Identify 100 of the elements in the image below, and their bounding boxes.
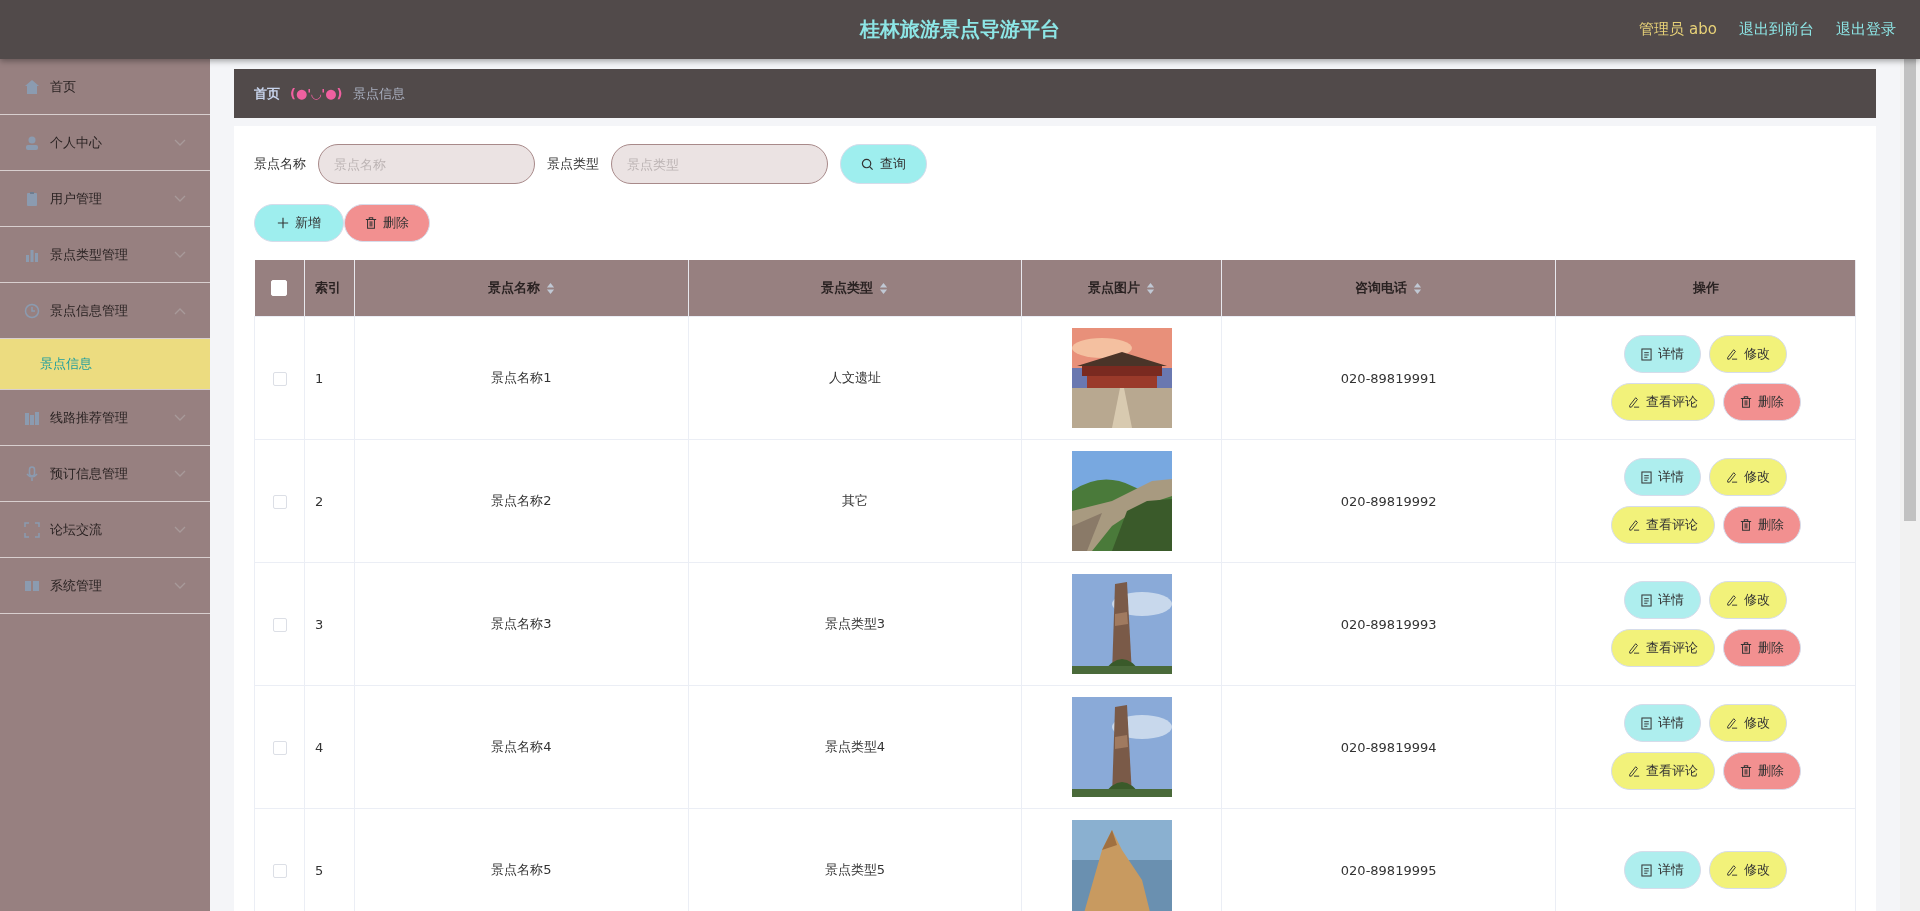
user-label: 管理员 abo	[1639, 20, 1717, 39]
edit-button[interactable]: 修改	[1709, 851, 1787, 889]
comment-button[interactable]: 查看评论	[1610, 383, 1715, 421]
sidebar-item[interactable]: 论坛交流	[0, 502, 210, 558]
chart-icon	[24, 409, 40, 426]
trash-icon	[1739, 642, 1752, 654]
row-checkbox[interactable]	[272, 740, 287, 755]
chevron-icon	[174, 250, 186, 259]
table-cell: 景点类型3	[824, 616, 886, 631]
table-cell: 景点名称2	[491, 493, 552, 508]
column-header[interactable]: 索引	[304, 260, 355, 317]
clip-icon	[24, 190, 40, 207]
delete-button[interactable]: 删除	[1722, 629, 1801, 667]
edit-button[interactable]: 修改	[1709, 581, 1787, 619]
table-cell: 景点名称1	[491, 370, 552, 385]
field-label: 景点名称	[254, 155, 306, 173]
table-cell: 4	[315, 739, 324, 755]
table-cell: 景点名称4	[491, 739, 552, 754]
plus-icon	[277, 217, 289, 229]
edit-button[interactable]: 修改	[1709, 335, 1787, 373]
document-icon	[1641, 347, 1652, 361]
pencil-icon	[1726, 594, 1738, 606]
comment-button[interactable]: 查看评论	[1610, 752, 1715, 790]
pencil-icon	[1627, 765, 1640, 777]
row-checkbox[interactable]	[272, 494, 287, 509]
delete-button[interactable]: 删除	[1722, 506, 1801, 544]
search-button[interactable]: 查询	[840, 144, 927, 184]
site-title: 桂林旅游景点导游平台	[860, 16, 1060, 43]
chevron-icon	[174, 194, 186, 203]
column-header[interactable]: 咨询电话	[1221, 260, 1556, 317]
sidebar-item[interactable]: 系统管理	[0, 558, 210, 614]
breadcrumb-current: 景点信息	[352, 84, 405, 103]
delete-button[interactable]: 删除	[1722, 383, 1801, 421]
sidebar-item[interactable]: 首页	[0, 59, 210, 115]
row-checkbox[interactable]	[272, 617, 287, 632]
table-cell: 020-89819995	[1340, 862, 1437, 878]
search-icon	[861, 157, 874, 171]
table-cell: 1	[315, 370, 324, 386]
sidebar-item[interactable]: 用户管理	[0, 171, 210, 227]
table-cell: 景点名称3	[491, 616, 552, 631]
document-icon	[1641, 716, 1652, 730]
table-cell: 景点名称5	[491, 862, 552, 877]
edit-button[interactable]: 修改	[1709, 704, 1787, 742]
detail-button[interactable]: 详情	[1624, 704, 1701, 742]
document-icon	[1641, 593, 1652, 607]
sidebar-item[interactable]: 预订信息管理	[0, 446, 210, 502]
header-link[interactable]: 退出到前台	[1739, 20, 1814, 39]
scrollbar-thumb[interactable]	[1904, 59, 1916, 521]
header-link[interactable]: 退出登录	[1836, 20, 1896, 39]
chevron-icon	[174, 413, 186, 422]
chevron-icon	[174, 469, 186, 478]
delete-button[interactable]: 删除	[344, 204, 430, 242]
breadcrumb-link[interactable]: 首页	[254, 84, 280, 103]
column-header[interactable]: 景点名称	[354, 260, 689, 317]
detail-button[interactable]: 详情	[1624, 335, 1701, 373]
trash-icon	[1739, 765, 1752, 777]
trash-icon	[1739, 519, 1752, 531]
comment-button[interactable]: 查看评论	[1610, 506, 1715, 544]
row-checkbox[interactable]	[272, 371, 287, 386]
column-header[interactable]: 操作	[1555, 260, 1856, 317]
table-cell: 景点类型4	[824, 739, 886, 754]
frame-icon	[24, 521, 40, 538]
table-cell: 020-89819991	[1340, 370, 1437, 386]
table-cell: 020-89819993	[1340, 616, 1437, 632]
delete-button[interactable]: 删除	[1722, 752, 1801, 790]
add-button[interactable]: 新增	[254, 204, 344, 242]
scrollbar[interactable]	[1900, 59, 1920, 911]
document-icon	[1641, 470, 1652, 484]
table-cell: 2	[315, 493, 324, 509]
select-all-checkbox[interactable]	[271, 280, 288, 297]
sidebar-item[interactable]: 个人中心	[0, 115, 210, 171]
sidebar-item[interactable]: 景点类型管理	[0, 227, 210, 283]
comment-button[interactable]: 查看评论	[1610, 629, 1715, 667]
table-cell: 人文遗址	[829, 370, 881, 385]
pencil-icon	[1627, 396, 1640, 408]
chevron-icon	[174, 525, 186, 534]
detail-button[interactable]: 详情	[1624, 851, 1701, 889]
table-cell: 020-89819992	[1340, 493, 1437, 509]
column-header[interactable]: 景点类型	[688, 260, 1022, 317]
detail-button[interactable]: 详情	[1624, 458, 1701, 496]
table-cell: 5	[315, 862, 324, 878]
chevron-icon	[174, 138, 186, 147]
chevron-icon	[174, 581, 186, 590]
pencil-icon	[1627, 642, 1640, 654]
field-label: 景点类型	[547, 155, 599, 173]
breadcrumb-separator: (●'◡'●)	[290, 86, 343, 101]
pencil-icon	[1726, 864, 1738, 876]
home-icon	[24, 78, 40, 95]
detail-button[interactable]: 详情	[1624, 581, 1701, 619]
row-checkbox[interactable]	[272, 863, 287, 878]
table-cell: 景点类型5	[824, 862, 886, 877]
trash-icon	[1739, 396, 1752, 408]
mic-icon	[24, 465, 40, 482]
edit-button[interactable]: 修改	[1709, 458, 1787, 496]
chevron-icon	[174, 306, 186, 315]
document-icon	[1641, 863, 1652, 877]
table-cell: 其它	[842, 493, 868, 508]
clock-icon	[24, 302, 40, 319]
sidebar-item[interactable]: 线路推荐管理	[0, 390, 210, 446]
column-header[interactable]: 景点图片	[1021, 260, 1222, 317]
